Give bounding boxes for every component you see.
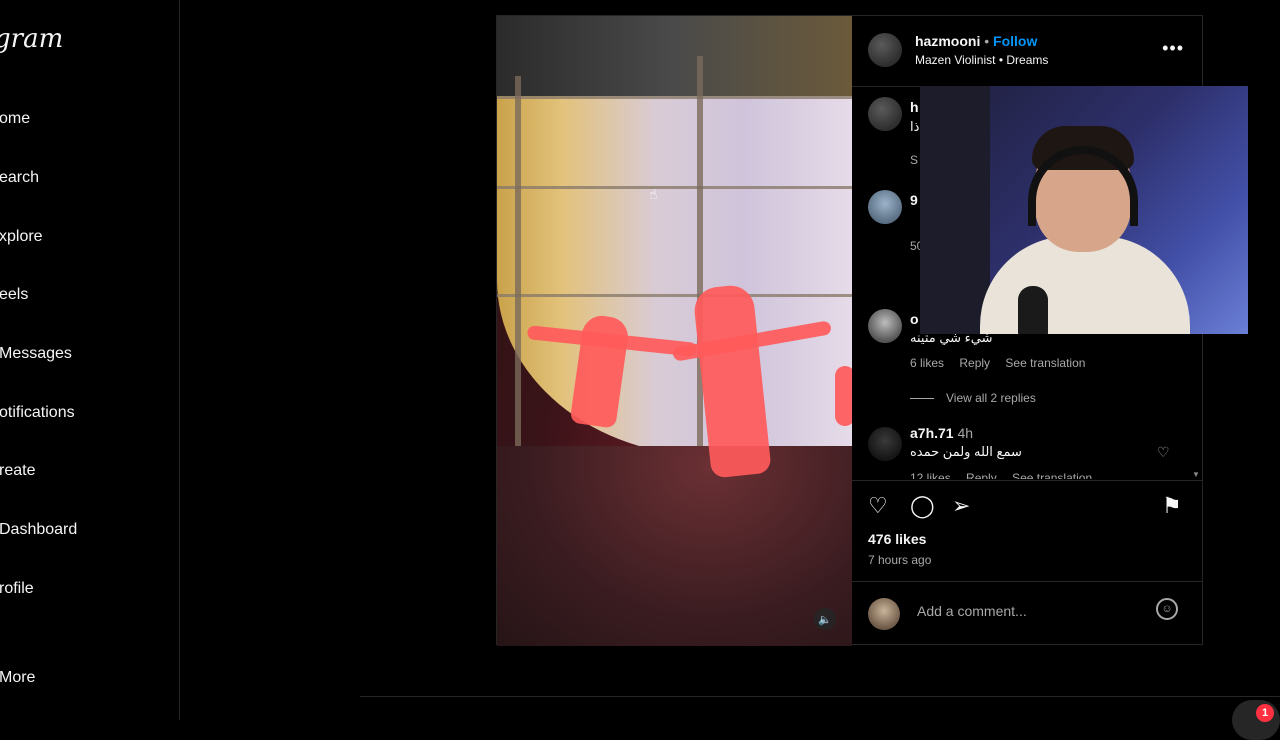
commenter-avatar[interactable] <box>868 309 902 343</box>
comment-likes[interactable]: 6 likes <box>910 356 944 370</box>
see-translation-link[interactable]: See translation <box>1012 471 1092 479</box>
view-replies-label: View all 2 replies <box>946 391 1036 405</box>
webcam-door <box>920 86 990 334</box>
comment-likes[interactable]: 12 likes <box>910 471 951 479</box>
follow-button[interactable]: Follow <box>993 33 1037 49</box>
reply-button[interactable]: Reply <box>959 356 990 370</box>
video-rail <box>497 186 852 189</box>
sidebar-item-dashboard[interactable]: Dashboard <box>0 521 77 539</box>
sidebar-item-messages[interactable]: Messages <box>0 345 72 363</box>
author-username[interactable]: hazmooni <box>915 33 980 49</box>
save-bookmark-icon[interactable]: ⚑ <box>1162 493 1182 519</box>
dancer-figure <box>835 366 852 426</box>
commenter-avatar[interactable] <box>868 190 902 224</box>
replies-dash <box>910 398 934 400</box>
see-translation-link[interactable]: See translation <box>1005 356 1085 370</box>
sidebar-item-notifications[interactable]: otifications <box>0 404 75 422</box>
microphone-icon <box>1018 286 1048 334</box>
volume-icon[interactable]: 🔈 <box>814 608 836 630</box>
footer-divider <box>360 696 1280 697</box>
sidebar-item-home[interactable]: ome <box>0 110 30 128</box>
like-heart-icon[interactable]: ♡ <box>868 493 888 519</box>
post-actions: ♡ ◯ ➢ ⚑ 476 likes 7 hours ago ☺ <box>852 480 1202 631</box>
share-send-icon[interactable]: ➢ <box>952 493 970 519</box>
notification-badge: 1 <box>1256 704 1274 722</box>
sidebar-item-reels[interactable]: eels <box>0 286 28 304</box>
video-floor <box>497 446 852 646</box>
comment-header: a7h.71 4h <box>910 425 973 441</box>
add-comment-input[interactable] <box>915 602 1139 620</box>
sidebar-item-profile[interactable]: rofile <box>0 580 34 598</box>
post-header: hazmooni • Follow Mazen Violinist • Drea… <box>852 16 1202 87</box>
header-separator: • <box>984 33 990 49</box>
post-video[interactable]: ☝ 🔈 <box>497 16 852 646</box>
video-pillar <box>515 76 521 446</box>
comment-actions: 6 likes Reply See translation <box>910 356 1097 370</box>
instagram-logo[interactable]: gram <box>0 24 63 54</box>
current-user-avatar <box>868 598 900 630</box>
comment-username[interactable]: 9 <box>910 192 918 208</box>
comment-meta: S <box>910 153 919 167</box>
comment-like-heart-icon[interactable]: ♡ <box>1157 444 1170 461</box>
comment-text: ذا <box>910 119 920 134</box>
mouse-cursor-icon: ☝ <box>649 186 658 202</box>
view-replies-link[interactable]: View all 2 replies <box>910 391 1036 405</box>
comment-bubble-icon[interactable]: ◯ <box>910 493 935 519</box>
sidebar-item-more[interactable]: More <box>0 669 35 687</box>
comment-username[interactable]: o <box>910 311 919 327</box>
video-rail <box>497 96 852 99</box>
video-ceiling <box>497 16 852 96</box>
more-options-icon[interactable]: ••• <box>1162 38 1184 59</box>
sidebar-item-explore[interactable]: xplore <box>0 228 43 246</box>
post-author: hazmooni • Follow <box>915 33 1037 49</box>
likes-count[interactable]: 476 likes <box>868 531 926 547</box>
scroll-down-arrow-icon[interactable]: ▼ <box>1192 470 1200 479</box>
messages-bubble[interactable] <box>1232 700 1280 740</box>
sidebar: gram ome earch xplore eels Messages otif… <box>0 0 180 720</box>
comment-time: 4h <box>957 425 974 441</box>
comment-username[interactable]: h <box>910 99 919 115</box>
sidebar-item-search[interactable]: earch <box>0 169 39 187</box>
commenter-avatar[interactable] <box>868 97 902 131</box>
video-rail <box>497 294 852 297</box>
comment-username[interactable]: a7h.71 <box>910 425 954 441</box>
reply-button[interactable]: Reply <box>966 471 997 479</box>
author-avatar[interactable] <box>868 33 902 67</box>
commenter-avatar[interactable] <box>868 427 902 461</box>
comment-composer: ☺ <box>852 581 1202 646</box>
comment-text: سمع الله ولمن حمده <box>910 444 1022 459</box>
sidebar-item-create[interactable]: reate <box>0 462 35 480</box>
emoji-picker-icon[interactable]: ☺ <box>1156 598 1178 620</box>
webcam-overlay <box>920 86 1248 334</box>
post-timestamp: 7 hours ago <box>868 553 932 567</box>
audio-attribution[interactable]: Mazen Violinist • Dreams <box>915 53 1048 67</box>
comment-actions: 12 likes Reply See translation <box>910 471 1104 479</box>
